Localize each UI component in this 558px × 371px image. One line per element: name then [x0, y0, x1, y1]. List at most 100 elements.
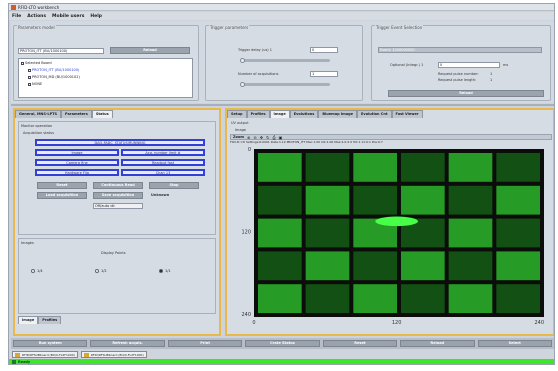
y-tick-label: 240	[241, 312, 251, 318]
tab-profiles-right[interactable]: Profiles	[246, 110, 270, 118]
refresh-acquis-button[interactable]: Refresh acquis.	[90, 340, 165, 347]
optional-time-label: Optional (Integr.) 1	[390, 63, 424, 67]
heatmap-svg[interactable]: 01202400 120 240	[230, 145, 552, 332]
left-tabs: General, MNS-LPTS Parameters Status	[15, 110, 113, 118]
slider-knob[interactable]	[240, 58, 245, 63]
event-select[interactable]: Event: 1000000000	[378, 47, 542, 53]
optional-time-field[interactable]: 0	[438, 62, 500, 68]
board-tree: Selected Board PROTON_ITT (BU/1000100) P…	[18, 58, 193, 98]
tab-bluemap[interactable]: Bluemap Image	[318, 110, 358, 118]
load-acquisition-button[interactable]: Load acquisition	[37, 192, 87, 199]
heatmap-cell	[401, 251, 445, 281]
tab-evolution-cnt[interactable]: Evolution Cnt	[357, 110, 392, 118]
heatmap-cell	[353, 185, 397, 215]
tab-image-right[interactable]: Image	[269, 110, 290, 118]
menu-help[interactable]: Help	[90, 14, 102, 19]
acquisitions-field[interactable]: 1	[310, 71, 338, 77]
document-icon	[28, 82, 31, 86]
taskbar: RFID/RFSUBboard (BU/0-FL2F1000) RFID/RFS…	[9, 350, 554, 359]
heatmap-cell	[448, 185, 493, 215]
mode-select[interactable]: Off/auto dir	[93, 203, 143, 209]
title-bar: RFID-LTO workbench	[9, 4, 554, 11]
tab-status[interactable]: Status	[91, 110, 113, 118]
splitter[interactable]	[11, 104, 554, 106]
tab-general[interactable]: General, MNS-LPTS	[15, 110, 62, 118]
trigger-delay-slider[interactable]	[240, 58, 330, 63]
tab-profiles[interactable]: Profiles	[38, 316, 62, 324]
heatmap-cell	[496, 251, 540, 281]
zoom-in-icon[interactable]: ⊕	[247, 135, 250, 140]
menu-actions[interactable]: Actions	[27, 14, 46, 19]
tree-root[interactable]: Selected Board	[21, 61, 52, 65]
save-acquisition-button[interactable]: Save acquisition	[93, 192, 143, 199]
parameter-set-field[interactable]: PROTON_ITT (BU/1000100)	[18, 48, 104, 54]
zoom-out-icon[interactable]: ⊖	[253, 135, 256, 140]
toolbar-zoom-label[interactable]: Zoom	[233, 135, 244, 139]
heatmap-cell	[496, 284, 540, 313]
tab-setup[interactable]: Setup	[227, 110, 247, 118]
trigger-delay-field[interactable]: 0	[310, 47, 338, 53]
app-window: RFID-LTO workbench File Actions Mobile u…	[8, 3, 555, 365]
tree-item[interactable]: PROTON_MD (BU/1000102)	[28, 75, 80, 79]
print-button[interactable]: Print	[167, 340, 243, 347]
radio-half[interactable]: 1/2	[95, 269, 107, 273]
uv-output-label: UV output	[231, 121, 249, 125]
slider-knob[interactable]	[240, 82, 245, 87]
daq-status-button[interactable]: DAQ-FADC_STATUS/RUNNING	[35, 139, 205, 146]
tab-fast-viewer[interactable]: Fast Viewer	[391, 110, 423, 118]
acq-limit-button[interactable]: Acq. number limit #	[121, 149, 205, 156]
status-text: Unknown	[151, 193, 170, 197]
heatmap-cell	[305, 251, 350, 281]
parameter-set-group: Parameters model PROTON_ITT (BU/1000100)…	[13, 25, 199, 101]
tree-item[interactable]: NONE	[28, 82, 42, 86]
acquisitions-label: Number of acquisitions	[238, 72, 279, 76]
image-button[interactable]: Image	[35, 149, 119, 156]
menu-mobile-users[interactable]: Mobile users	[52, 14, 84, 19]
heatmap-cell	[448, 218, 493, 248]
stop-button[interactable]: Stop	[149, 182, 199, 189]
readout-fast-button[interactable]: Readout fast	[121, 159, 205, 166]
x-tick-label: 120	[392, 320, 402, 326]
acquisitions-slider[interactable]	[240, 82, 330, 87]
heatmap-cell	[353, 153, 397, 182]
tree-item[interactable]: PROTON_ITT (BU/1000100)	[28, 68, 79, 72]
channel-button[interactable]: Chan 13	[121, 169, 205, 176]
refresh-icon[interactable]: ↻	[266, 135, 269, 140]
reload-parameters-button[interactable]: Reload	[110, 47, 190, 54]
reset-button[interactable]: Reset	[37, 182, 87, 189]
viewer-pane: Setup Profiles Image Evolutions Bluemap …	[225, 108, 554, 336]
heatmap-cell	[258, 218, 302, 248]
print-icon[interactable]: ⎙	[272, 135, 275, 140]
continuous-read-button[interactable]: Continuous Read	[93, 182, 143, 189]
radio-dot	[31, 269, 35, 273]
acquisition-status-label: Acquisition status	[23, 131, 55, 135]
reload-button[interactable]: Reload	[400, 340, 475, 347]
trigger-delay-label: Trigger delay (us) 1	[238, 48, 272, 52]
heatmap-cell	[305, 218, 350, 248]
crate-status-button[interactable]: Crate Status	[245, 340, 320, 347]
reload-events-button[interactable]: Reload	[388, 90, 544, 97]
tab-parameters[interactable]: Parameters	[61, 110, 92, 118]
pulse-length-value: 1	[490, 78, 493, 82]
camera-fine-button[interactable]: Camera fine	[35, 159, 119, 166]
pan-icon[interactable]: ✥	[260, 135, 263, 140]
task-item[interactable]: RFID/RFSUBboard (BU/0-FL2F1000)	[80, 351, 147, 358]
heatmap-cell	[448, 284, 493, 313]
tab-evolutions[interactable]: Evolutions	[289, 110, 319, 118]
menu-file[interactable]: File	[12, 14, 21, 19]
task-item[interactable]: RFID/RFSUBboard (BU/0-FL2F1000)	[12, 351, 78, 358]
select-button[interactable]: Select	[477, 340, 552, 347]
app-icon	[11, 4, 16, 10]
reset-system-button[interactable]: Reset	[322, 340, 398, 347]
heatmap-cell	[353, 251, 397, 281]
folder-icon	[83, 352, 89, 357]
heatmap-cell	[401, 153, 445, 182]
heatmap-cell	[258, 251, 302, 281]
trigger-parameters-title: Trigger parameters	[209, 25, 250, 30]
save-icon[interactable]: ▣	[279, 135, 283, 140]
hardware-flip-button[interactable]: Hardware Flip	[35, 169, 119, 176]
radio-quarter[interactable]: 1/4	[31, 269, 43, 273]
radio-full[interactable]: 1/1	[159, 269, 171, 273]
run-system-button[interactable]: Run system	[13, 340, 88, 347]
tab-image[interactable]: Image	[18, 316, 39, 324]
